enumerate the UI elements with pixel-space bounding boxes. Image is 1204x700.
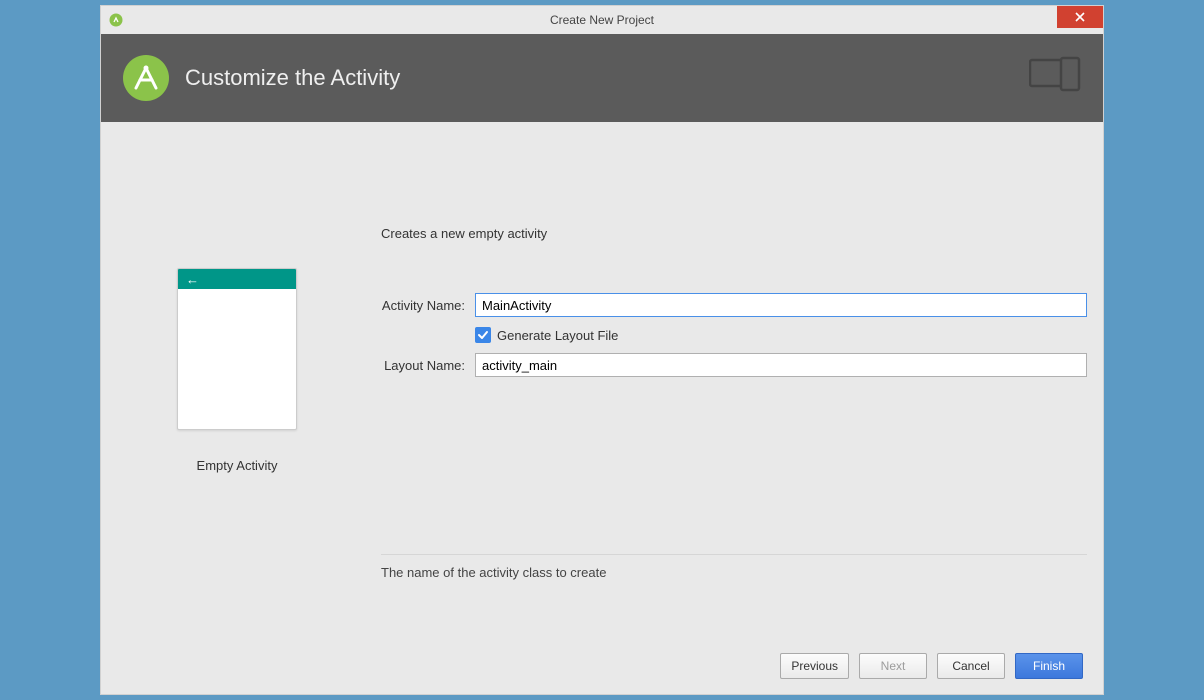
android-studio-logo — [121, 53, 171, 103]
devices-icon — [1029, 56, 1081, 95]
header-band: Customize the Activity — [101, 34, 1103, 122]
preview-caption: Empty Activity — [147, 458, 327, 473]
layout-name-label: Layout Name: — [381, 358, 475, 373]
generate-layout-label: Generate Layout File — [497, 328, 618, 343]
footer: Previous Next Cancel Finish — [101, 638, 1103, 694]
dialog-window: Create New Project Customize the Activit… — [100, 5, 1104, 695]
titlebar: Create New Project — [101, 6, 1103, 34]
page-title: Customize the Activity — [185, 65, 400, 91]
previous-button[interactable]: Previous — [780, 653, 849, 679]
preview-column: ← Empty Activity — [147, 268, 327, 473]
close-icon — [1075, 10, 1085, 25]
finish-button[interactable]: Finish — [1015, 653, 1083, 679]
body-area: ← Empty Activity Creates a new empty act… — [101, 122, 1103, 638]
form-description: Creates a new empty activity — [381, 226, 1087, 241]
back-arrow-icon: ← — [186, 273, 199, 286]
generate-layout-checkbox[interactable] — [475, 327, 491, 343]
layout-name-input[interactable] — [475, 353, 1087, 377]
hint-area: The name of the activity class to create — [381, 554, 1087, 580]
generate-layout-row: Generate Layout File — [381, 327, 1087, 343]
hint-divider — [381, 554, 1087, 555]
cancel-button[interactable]: Cancel — [937, 653, 1005, 679]
next-button[interactable]: Next — [859, 653, 927, 679]
phone-preview: ← — [177, 268, 297, 430]
android-studio-icon — [109, 13, 123, 27]
window-title: Create New Project — [101, 13, 1103, 27]
activity-name-input[interactable] — [475, 293, 1087, 317]
activity-name-row: Activity Name: — [381, 293, 1087, 317]
checkmark-icon — [477, 329, 489, 341]
form-column: Creates a new empty activity Activity Na… — [381, 226, 1087, 387]
hint-text: The name of the activity class to create — [381, 565, 1087, 580]
activity-name-label: Activity Name: — [381, 298, 475, 313]
close-button[interactable] — [1057, 6, 1103, 28]
layout-name-row: Layout Name: — [381, 353, 1087, 377]
preview-app-bar: ← — [178, 269, 296, 289]
